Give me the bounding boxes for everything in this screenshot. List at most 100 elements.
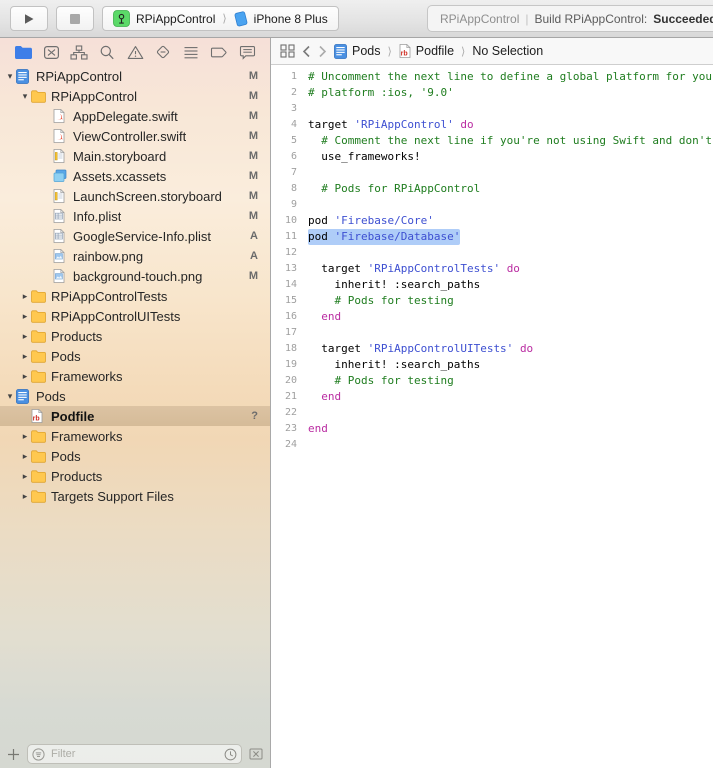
disclosure-triangle[interactable]: ▸ (19, 291, 31, 302)
tree-row-info-plist[interactable]: Info.plist M (0, 206, 270, 226)
tree-row-appdelegate-swift[interactable]: AppDelegate.swift M (0, 106, 270, 126)
disclosure-triangle[interactable]: ▾ (4, 71, 16, 82)
report-navigator[interactable] (237, 43, 257, 61)
tree-row-pods[interactable]: ▾ Pods (0, 386, 270, 406)
tree-row-pods[interactable]: ▸ Pods (0, 346, 270, 366)
code-line-16[interactable]: 16 end (271, 309, 713, 325)
find-navigator[interactable] (97, 43, 117, 61)
tree-row-main-storyboard[interactable]: Main.storyboard M (0, 146, 270, 166)
tree-row-frameworks[interactable]: ▸ Frameworks (0, 366, 270, 386)
folder-icon (31, 449, 48, 463)
code-line-11[interactable]: 11 pod 'Firebase/Database' (271, 229, 713, 245)
breadcrumb-file[interactable]: rb Podfile (399, 44, 454, 58)
code-line-20[interactable]: 20 # Pods for testing (271, 373, 713, 389)
code-line-4[interactable]: 4 target 'RPiAppControl' do (271, 117, 713, 133)
code-line-19[interactable]: 19 inherit! :search_paths (271, 357, 713, 373)
tree-row-googleservice-info-plist[interactable]: GoogleService-Info.plist A (0, 226, 270, 246)
line-number: 9 (290, 199, 297, 210)
issue-navigator[interactable] (125, 43, 145, 61)
chevron-separator: ⟩ (222, 13, 227, 25)
disclosure-triangle[interactable]: ▸ (19, 351, 31, 362)
tree-row-viewcontroller-swift[interactable]: ViewController.swift M (0, 126, 270, 146)
code-line-10[interactable]: 10 pod 'Firebase/Core' (271, 213, 713, 229)
code-token: 'Firebase/Core' (334, 214, 434, 227)
filter-bar (0, 740, 270, 768)
project-navigator-selected[interactable] (13, 43, 33, 61)
related-items-icon[interactable] (280, 44, 295, 58)
tree-row-launchscreen-storyboard[interactable]: LaunchScreen.storyboard M (0, 186, 270, 206)
disclosure-triangle[interactable]: ▾ (19, 91, 31, 102)
tree-row-background-touch-png[interactable]: background-touch.png M (0, 266, 270, 286)
storyboard-icon (53, 189, 70, 203)
disclosure-triangle[interactable]: ▸ (19, 431, 31, 442)
test-navigator[interactable] (153, 43, 173, 61)
line-number: 22 (284, 407, 297, 418)
code-line-17[interactable]: 17 (271, 325, 713, 341)
tree-row-rpiappcontroltests[interactable]: ▸ RPiAppControlTests (0, 286, 270, 306)
status-badge: ? (251, 410, 258, 422)
code-line-9[interactable]: 9 (271, 197, 713, 213)
plist-icon (53, 229, 70, 243)
code-line-14[interactable]: 14 inherit! :search_paths (271, 277, 713, 293)
code-line-7[interactable]: 7 (271, 165, 713, 181)
source-editor: Pods ⟩ rb Podfile ⟩ No Selection 1 # Unco… (271, 38, 713, 768)
code-line-6[interactable]: 6 use_frameworks! (271, 149, 713, 165)
back-button[interactable] (302, 45, 311, 58)
code-line-8[interactable]: 8 # Pods for RPiAppControl (271, 181, 713, 197)
disclosure-triangle[interactable]: ▸ (19, 371, 31, 382)
recents-clock-icon[interactable] (224, 748, 237, 761)
tree-row-assets-xcassets[interactable]: Assets.xcassets M (0, 166, 270, 186)
stop-button[interactable] (56, 6, 94, 31)
tree-row-products[interactable]: ▸ Products (0, 466, 270, 486)
symbol-navigator[interactable] (69, 43, 89, 61)
tree-item-label: Main.storyboard (73, 148, 167, 164)
status-badge: M (248, 190, 258, 202)
code-line-22[interactable]: 22 (271, 405, 713, 421)
tree-row-rainbow-png[interactable]: rainbow.png A (0, 246, 270, 266)
tree-row-rpiappcontrol[interactable]: ▾ RPiAppControl M (0, 86, 270, 106)
breakpoint-navigator[interactable] (209, 43, 229, 61)
disclosure-triangle[interactable]: ▸ (19, 451, 31, 462)
run-button[interactable] (10, 6, 48, 31)
disclosure-triangle[interactable]: ▾ (4, 391, 16, 402)
disclosure-triangle[interactable]: ▸ (19, 311, 31, 322)
code-line-3[interactable]: 3 (271, 101, 713, 117)
filter-field[interactable] (27, 744, 242, 764)
tree-item-label: RPiAppControl (51, 88, 137, 104)
code-line-1[interactable]: 1 # Uncomment the next line to define a g… (271, 69, 713, 85)
status-badge: M (248, 170, 258, 182)
tree-row-targets-support-files[interactable]: ▸ Targets Support Files (0, 486, 270, 506)
code-line-2[interactable]: 2 # platform :ios, '9.0' (271, 85, 713, 101)
code-line-13[interactable]: 13 target 'RPiAppControlTests' do (271, 261, 713, 277)
code-editor[interactable]: 1 # Uncomment the next line to define a g… (271, 66, 713, 768)
code-token: pod (308, 230, 335, 243)
code-line-15[interactable]: 15 # Pods for testing (271, 293, 713, 309)
code-line-23[interactable]: 23 end (271, 421, 713, 437)
show-only-modified-icon[interactable] (249, 748, 263, 760)
tree-row-podfile[interactable]: rb Podfile? (0, 406, 270, 426)
code-line-5[interactable]: 5 # Comment the next line if you're not … (271, 133, 713, 149)
disclosure-triangle[interactable]: ▸ (19, 471, 31, 482)
code-line-21[interactable]: 21 end (271, 389, 713, 405)
tree-row-rpiappcontroluitests[interactable]: ▸ RPiAppControlUITests (0, 306, 270, 326)
tree-row-pods[interactable]: ▸ Pods (0, 446, 270, 466)
disclosure-triangle[interactable]: ▸ (19, 331, 31, 342)
tree-row-rpiappcontrol[interactable]: ▾ RPiAppControl M (0, 66, 270, 86)
folder-icon (31, 89, 48, 103)
tree-row-products[interactable]: ▸ Products (0, 326, 270, 346)
breadcrumb-project[interactable]: Pods (334, 43, 381, 59)
storyboard-icon (53, 149, 70, 163)
tree-item-label: Targets Support Files (51, 488, 174, 504)
code-line-12[interactable]: 12 (271, 245, 713, 261)
forward-button[interactable] (318, 45, 327, 58)
code-line-24[interactable]: 24 (271, 437, 713, 453)
tree-row-frameworks[interactable]: ▸ Frameworks (0, 426, 270, 446)
add-button[interactable] (7, 748, 20, 761)
disclosure-triangle[interactable]: ▸ (19, 491, 31, 502)
filter-input[interactable] (49, 747, 220, 761)
debug-navigator[interactable] (181, 43, 201, 61)
breadcrumb-selection[interactable]: No Selection (472, 44, 543, 58)
scheme-selector[interactable]: RPiAppControl ⟩ iPhone 8 Plus (102, 6, 339, 31)
code-line-18[interactable]: 18 target 'RPiAppControlUITests' do (271, 341, 713, 357)
source-control-navigator[interactable] (41, 43, 61, 61)
